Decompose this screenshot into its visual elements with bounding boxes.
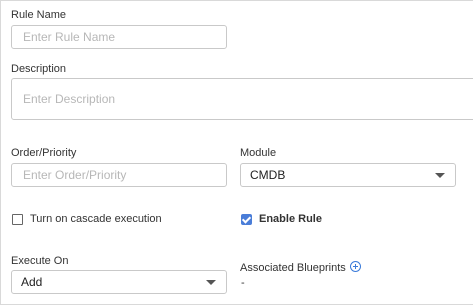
description-placeholder: Enter Description (23, 92, 116, 106)
rule-name-placeholder: Enter Rule Name (23, 30, 116, 44)
execute-on-select[interactable]: Add (11, 270, 227, 294)
description-label: Description (11, 63, 67, 75)
rule-name-input[interactable]: Enter Rule Name (11, 25, 227, 49)
chevron-down-icon (435, 173, 445, 178)
rule-name-label: Rule Name (11, 9, 67, 21)
order-priority-label: Order/Priority (11, 147, 77, 159)
execute-on-selected-value: Add (21, 275, 43, 289)
rule-form: Rule Name Enter Rule Name Description En… (0, 0, 473, 305)
chevron-down-icon (206, 280, 216, 285)
enable-rule-label: Enable Rule (259, 213, 322, 225)
plus-circle-icon[interactable] (349, 261, 361, 272)
description-textarea[interactable]: Enter Description (11, 78, 473, 120)
checkbox-checked-icon[interactable] (241, 213, 252, 225)
order-priority-input[interactable]: Enter Order/Priority (11, 163, 227, 187)
order-priority-placeholder: Enter Order/Priority (23, 168, 127, 182)
execute-on-label: Execute On (11, 255, 69, 267)
associated-blueprints-label: Associated Blueprints (240, 262, 346, 274)
checkbox-unchecked-icon[interactable] (12, 213, 23, 225)
module-selected-value: CMDB (250, 168, 286, 182)
associated-blueprints-header: Associated Blueprints (240, 261, 361, 275)
module-label: Module (240, 147, 277, 159)
cascade-execution-label: Turn on cascade execution (30, 213, 162, 225)
cascade-execution-checkbox[interactable]: Turn on cascade execution (12, 213, 162, 225)
associated-blueprints-value: - (241, 277, 245, 289)
enable-rule-checkbox[interactable]: Enable Rule (241, 213, 322, 225)
module-select[interactable]: CMDB (240, 163, 456, 187)
